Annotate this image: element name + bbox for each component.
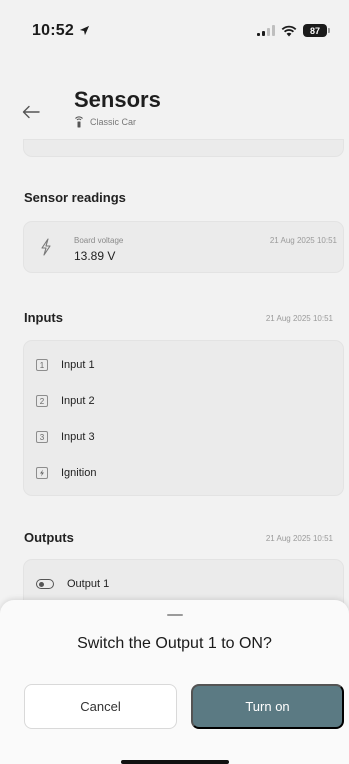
output-row-1[interactable]: Output 1 xyxy=(36,578,109,590)
cancel-button[interactable]: Cancel xyxy=(24,684,177,729)
toggle-icon[interactable] xyxy=(36,579,54,589)
sensor-readings-title: Sensor readings xyxy=(24,190,126,205)
dialog-title: Switch the Output 1 to ON? xyxy=(77,635,272,652)
input-row-1[interactable]: 1 Input 1 xyxy=(36,359,95,371)
bolt-icon xyxy=(41,238,51,256)
outputs-timestamp: 21 Aug 2025 10:51 xyxy=(265,534,333,543)
input-number-badge: 1 xyxy=(36,359,48,371)
page-title: Sensors xyxy=(74,87,161,112)
scrolled-card xyxy=(24,140,343,156)
turn-on-button[interactable]: Turn on xyxy=(191,684,344,729)
ignition-icon xyxy=(36,467,48,479)
input-label: Input 3 xyxy=(61,431,95,443)
output-label: Output 1 xyxy=(67,578,110,590)
status-bar: 10:52 87 xyxy=(0,22,349,46)
wifi-icon xyxy=(281,25,297,36)
battery-icon: 87 xyxy=(303,24,330,37)
home-indicator[interactable] xyxy=(121,760,229,764)
input-row-2[interactable]: 2 Input 2 xyxy=(36,395,95,407)
sensors-screen: 10:52 87 Sensors Classic Car Sensor read… xyxy=(0,0,349,764)
reading-label: Board voltage xyxy=(74,236,124,245)
reading-timestamp: 21 Aug 2025 10:51 xyxy=(269,236,337,245)
inputs-card: 1 Input 1 2 Input 2 3 Input 3 Ignition xyxy=(24,341,343,495)
inputs-title: Inputs xyxy=(24,310,63,325)
location-arrow-icon xyxy=(79,25,89,36)
outputs-title: Outputs xyxy=(24,530,74,545)
input-label: Input 2 xyxy=(61,395,95,407)
tracker-device-icon xyxy=(75,116,83,128)
confirm-bottom-sheet: Switch the Output 1 to ON? Cancel Turn o… xyxy=(0,600,349,764)
input-number-badge: 2 xyxy=(36,395,48,407)
input-row-ignition[interactable]: Ignition xyxy=(36,467,96,479)
inputs-timestamp: 21 Aug 2025 10:51 xyxy=(265,314,333,323)
status-indicators: 87 xyxy=(257,24,330,37)
vehicle-name: Classic Car xyxy=(90,116,137,127)
input-row-3[interactable]: 3 Input 3 xyxy=(36,431,95,443)
sheet-drag-handle[interactable] xyxy=(167,614,183,616)
input-label: Input 1 xyxy=(61,359,95,371)
status-time: 10:52 xyxy=(32,22,90,40)
input-label: Ignition xyxy=(61,467,97,479)
back-arrow-icon[interactable] xyxy=(22,105,40,119)
vehicle-subtitle: Classic Car xyxy=(74,115,136,128)
input-number-badge: 3 xyxy=(36,431,48,443)
board-voltage-card: Board voltage 13.89 V 21 Aug 2025 10:51 xyxy=(24,222,343,272)
signal-icon xyxy=(257,25,275,36)
status-time-text: 10:52 xyxy=(32,22,74,39)
reading-value: 13.89 V xyxy=(74,249,116,263)
battery-level: 87 xyxy=(309,25,320,36)
